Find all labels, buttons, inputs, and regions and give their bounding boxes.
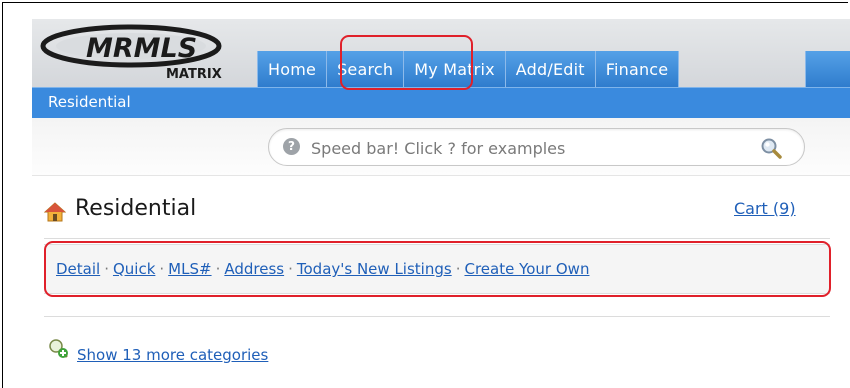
tab-finance[interactable]: Finance — [595, 51, 680, 87]
tab-add-edit[interactable]: Add/Edit — [505, 51, 596, 87]
show-more-categories-link[interactable]: Show 13 more categories — [77, 346, 268, 364]
divider — [44, 238, 830, 239]
link-detail[interactable]: Detail — [56, 260, 100, 278]
link-mls-number[interactable]: MLS# — [168, 260, 211, 278]
tab-search[interactable]: Search — [327, 51, 405, 87]
subnav-bar: Residential — [32, 87, 850, 118]
link-todays-new-listings[interactable]: Today's New Listings — [297, 260, 452, 278]
separator: · — [455, 260, 461, 278]
separator: · — [215, 260, 221, 278]
mrmls-matrix-logo[interactable]: MRMLS MATRIX — [36, 24, 252, 86]
help-icon[interactable]: ? — [283, 138, 300, 155]
main-nav-tabs: Home Search My Matrix Add/Edit Finance — [257, 51, 680, 87]
logo-text-matrix: MATRIX — [166, 67, 222, 82]
tab-overflow[interactable] — [805, 51, 850, 87]
tab-home[interactable]: Home — [257, 51, 328, 87]
subnav-item-residential[interactable]: Residential — [48, 93, 131, 111]
separator: · — [104, 260, 109, 278]
search-links: Detail · Quick · MLS# · Address · Today's New Li… — [56, 260, 589, 278]
tab-my-matrix[interactable]: My Matrix — [404, 51, 506, 87]
cart-link[interactable]: Cart (9) — [734, 199, 796, 218]
speedbar-input[interactable] — [309, 135, 733, 161]
link-address[interactable]: Address — [224, 260, 284, 278]
page-title: Residential — [75, 196, 197, 221]
link-create-your-own[interactable]: Create Your Own — [464, 260, 589, 278]
link-quick[interactable]: Quick — [113, 260, 155, 278]
speedbar: ? — [268, 128, 805, 166]
divider — [44, 316, 830, 317]
logo-text-mrmls: MRMLS — [86, 33, 197, 64]
expand-categories-icon[interactable] — [48, 338, 70, 360]
magnifier-icon[interactable] — [760, 137, 782, 159]
separator: · — [159, 260, 165, 278]
home-icon — [44, 202, 66, 222]
separator: · — [288, 260, 293, 278]
